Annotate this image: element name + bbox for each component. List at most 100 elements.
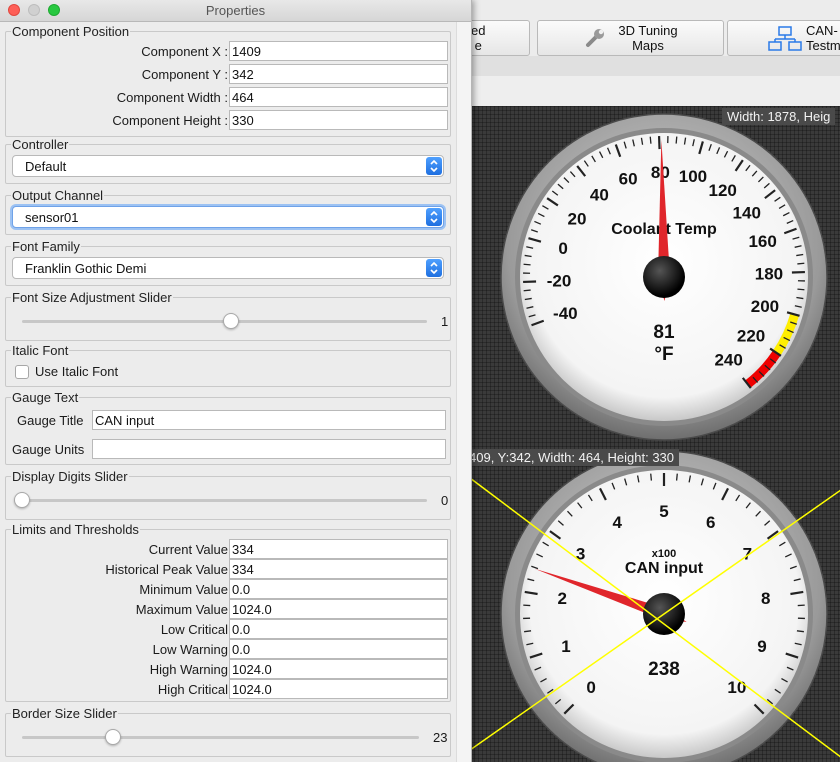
- title-bar[interactable]: Properties: [0, 0, 471, 22]
- coolant-temp-gauge: -40-200204060 80 100120140160180200220240C…: [500, 113, 828, 441]
- controller-value: Default: [25, 159, 67, 174]
- border-size-slider-thumb[interactable]: [105, 729, 121, 745]
- group-title: Font Size Adjustment Slider: [11, 290, 173, 305]
- gauge-units-field[interactable]: [92, 439, 446, 459]
- component-width-field[interactable]: [229, 87, 448, 107]
- low-critical-label: Low Critical: [160, 622, 228, 637]
- tick-label: 40: [590, 185, 609, 204]
- gauge-value: 238: [648, 659, 680, 680]
- toolbar-button-label: Testm: [806, 38, 840, 53]
- low-warning-field[interactable]: [229, 639, 448, 659]
- component-y-field[interactable]: [229, 64, 448, 84]
- component-x-field[interactable]: [229, 41, 448, 61]
- high-warning-field[interactable]: [229, 659, 448, 679]
- tick-label: 1: [561, 637, 570, 656]
- toolbar-button-label: CAN-: [806, 23, 838, 38]
- tick-label: 200: [751, 297, 779, 316]
- selected-component-info: 409, Y:342, Width: 464, Height: 330: [470, 449, 680, 466]
- minor-tick: [675, 136, 678, 144]
- current-value-field[interactable]: [229, 539, 448, 559]
- minor-tick: [650, 473, 653, 481]
- minor-tick: [797, 288, 805, 291]
- display-digits-slider-track[interactable]: [14, 499, 427, 502]
- tick-label: 240: [714, 351, 742, 370]
- can-testmode-button[interactable]: CAN- Testm: [727, 20, 840, 56]
- tick-label: 2: [558, 589, 567, 608]
- minimum-value-label: Minimum Value: [139, 582, 228, 597]
- canvas-size-label: Width: 1878, Heig: [722, 108, 836, 125]
- display-digits-slider-thumb[interactable]: [14, 492, 30, 508]
- gauge-title-label: Gauge Title: [17, 413, 84, 428]
- gauge-multiplier: x100: [652, 548, 676, 560]
- dashboard-canvas[interactable]: -40 -20 0 20 40 60 80 100 120 140 160 180 200 220 240 C…: [470, 106, 840, 762]
- group-title: Font Family: [11, 239, 81, 254]
- 3d-tuning-maps-button[interactable]: 3D Tuning Maps: [537, 20, 724, 56]
- tick-label: 20: [567, 209, 586, 228]
- high-warning-label: High Warning: [149, 662, 228, 677]
- minor-tick: [649, 136, 652, 144]
- group-title: Border Size Slider: [11, 706, 118, 721]
- high-critical-label: High Critical: [157, 682, 228, 697]
- gauge-units-label: Gauge Units: [12, 442, 85, 457]
- historical-peak-field[interactable]: [229, 559, 448, 579]
- toolbar-button-label: Maps: [632, 38, 664, 53]
- gauges-canvas: -40-200204060 80 100120140160180200220240C…: [470, 113, 840, 762]
- font-size-slider-thumb[interactable]: [223, 313, 239, 329]
- high-critical-field[interactable]: [229, 679, 448, 699]
- toolbar-spacer: [470, 76, 840, 106]
- properties-scrollbar[interactable]: [456, 22, 471, 762]
- gauge-title-field[interactable]: [92, 410, 446, 430]
- tick-label: 10: [727, 678, 746, 697]
- window-title: Properties: [205, 3, 266, 18]
- tick-label: 180: [755, 264, 783, 283]
- tick-label: 4: [613, 513, 623, 532]
- tick-label: 100: [679, 167, 707, 186]
- controller-select[interactable]: Default: [12, 155, 444, 177]
- toolbar-button-label: 3D Tuning: [618, 23, 678, 38]
- component-width-label: Component Width :: [116, 90, 228, 105]
- gauge-title: CAN input: [625, 560, 704, 577]
- properties-window: Properties Component Position Component …: [0, 0, 472, 762]
- group-title: Limits and Thresholds: [11, 522, 140, 537]
- border-size-slider-track[interactable]: [22, 736, 419, 739]
- chevron-updown-icon: [426, 259, 442, 277]
- gauge-value: 81: [653, 322, 675, 343]
- minor-tick: [523, 263, 531, 266]
- gauge-units: °F: [654, 344, 673, 365]
- low-warning-label: Low Warning: [152, 642, 228, 657]
- tick-label: 9: [757, 637, 766, 656]
- minimum-value-field[interactable]: [229, 579, 448, 599]
- border-size-slider-value: 23: [433, 730, 448, 745]
- low-critical-field[interactable]: [229, 619, 448, 639]
- wrench-icon: [586, 29, 604, 47]
- tick-label: -20: [547, 272, 572, 291]
- component-height-field[interactable]: [229, 110, 448, 130]
- font-family-value: Franklin Gothic Demi: [25, 261, 147, 276]
- toolbar-button-label: ed e: [471, 23, 486, 53]
- tick-label: 60: [619, 169, 638, 188]
- network-icon: [768, 26, 802, 51]
- chevron-updown-icon: [426, 208, 442, 226]
- tick-label: -40: [553, 304, 578, 323]
- output-channel-select[interactable]: sensor01: [12, 206, 444, 228]
- tick-label: 140: [733, 203, 761, 222]
- tick-label: 6: [706, 513, 715, 532]
- maximum-value-field[interactable]: [229, 599, 448, 619]
- use-italic-font-checkbox[interactable]: [15, 365, 29, 379]
- component-x-label: Component X :: [141, 44, 228, 59]
- tick-label: 0: [586, 678, 595, 697]
- tick-label: 120: [709, 181, 737, 200]
- tick-label: 0: [558, 239, 567, 258]
- gauge-hub: [643, 256, 685, 298]
- tab-strip: [470, 56, 840, 77]
- tick-label: 80: [651, 163, 670, 182]
- group-title: Italic Font: [11, 343, 70, 358]
- use-italic-font-label: Use Italic Font: [35, 364, 119, 379]
- group-title: Output Channel: [11, 188, 105, 203]
- group-title: Display Digits Slider: [11, 469, 129, 484]
- font-family-select[interactable]: Franklin Gothic Demi: [12, 257, 444, 279]
- minor-tick: [523, 289, 531, 292]
- maximum-value-label: Maximum Value: [135, 602, 228, 617]
- display-digits-slider-value: 0: [441, 493, 449, 508]
- minor-tick: [675, 473, 678, 481]
